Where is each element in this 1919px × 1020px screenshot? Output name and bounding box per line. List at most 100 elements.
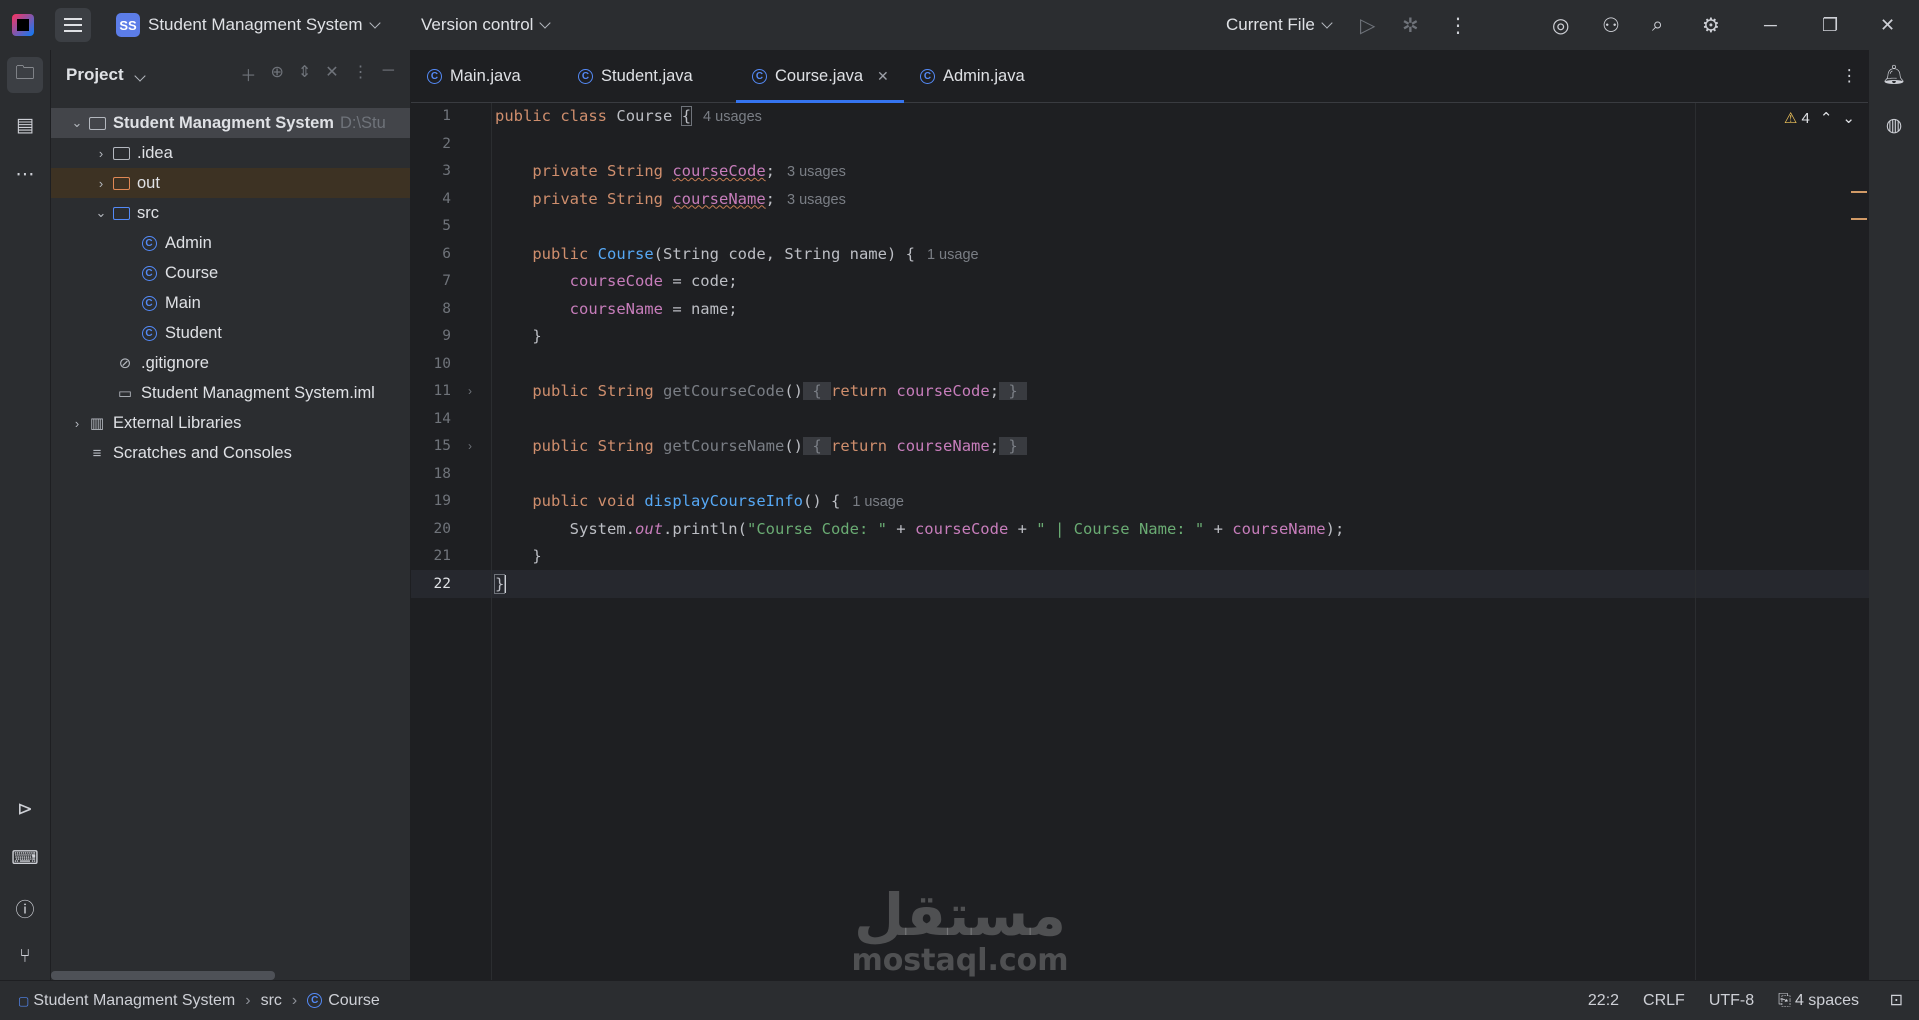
fold-expand-icon[interactable]: › [468,433,472,461]
project-title-label: Project [66,65,124,84]
code-line: System.out.println("Course Code: " + cou… [569,519,1345,538]
line-number: 5 [442,218,451,234]
locate-target-icon[interactable]: ⊕ [270,62,283,86]
more-horizontal-icon[interactable]: ⋯ [7,156,43,192]
line-number: 1 [442,108,451,124]
add-user-icon[interactable]: ⚇ [1602,0,1620,50]
vcs-menu[interactable]: Version control [421,0,552,50]
class-icon: C [139,325,159,341]
usages-hint[interactable]: 3 usages [787,164,846,180]
tree-item-label: Scratches and Consoles [113,443,292,462]
scratches-icon: ≡ [92,444,102,462]
previous-highlight-icon[interactable]: ⌃ [1820,109,1833,127]
chevron-down-icon[interactable]: ⌄ [91,205,111,221]
run-config-selector[interactable]: Current File [1226,0,1333,50]
breadcrumb-item[interactable]: src [261,992,282,1010]
warning-triangle-icon: ⚠ [1783,110,1798,127]
services-run-icon[interactable]: ⊳ [7,791,43,827]
tab-main-java[interactable]: C Main.java [427,50,521,102]
chevron-down-icon [539,16,552,29]
git-branch-icon[interactable]: ⑂ [7,939,43,975]
tree-item-out[interactable]: › out [51,168,410,198]
line-number: 9 [442,328,451,344]
tree-item-scratches[interactable]: ≡ Scratches and Consoles [51,438,410,468]
tree-item-external-libraries[interactable]: › ▥ External Libraries [51,408,410,438]
error-stripe-mark[interactable] [1851,191,1867,193]
tree-item-idea[interactable]: › .idea [51,138,410,168]
breadcrumb-item[interactable]: Course [328,992,380,1010]
code-line: } [493,573,507,594]
tree-item-course[interactable]: C Course [51,258,410,288]
tab-label: Main.java [450,66,521,85]
tree-item-iml[interactable]: ▭ Student Managment System.iml [51,378,410,408]
options-icon[interactable]: ⋮ [353,62,369,86]
ai-chat-icon[interactable]: ◍ [1876,107,1912,143]
indent-widget[interactable]: ⎘ 4 spaces [1778,992,1859,1010]
debug-icon[interactable]: ✲ [1402,0,1419,50]
usages-hint[interactable]: 3 usages [787,192,846,208]
close-window-icon[interactable]: ✕ [1880,0,1895,50]
chevron-right-icon[interactable]: › [91,176,111,191]
more-vertical-icon[interactable]: ⋮ [1448,0,1468,50]
chevron-right-icon[interactable]: › [67,416,87,431]
add-icon[interactable]: ＋ [240,62,256,86]
run-icon[interactable]: ▷ [1360,0,1375,50]
indent-label: 4 spaces [1794,991,1859,1009]
tree-item-main[interactable]: C Main [51,288,410,318]
terminal-icon[interactable]: ⌨ [7,840,43,876]
main-menu-button[interactable] [55,8,91,42]
expand-all-icon[interactable]: ⇕ [298,62,311,86]
line-separator[interactable]: CRLF [1643,992,1685,1010]
tree-item-src[interactable]: ⌄ src [51,198,410,228]
tab-student-java[interactable]: C Student.java [578,50,693,102]
problems-icon[interactable]: ⓘ [7,890,43,926]
tree-item-student[interactable]: C Student [51,318,410,348]
tabs-more-icon[interactable]: ⋮ [1841,50,1858,102]
collapse-all-icon[interactable]: ✕ [325,62,338,86]
project-panel-toolbar: ＋ ⊕ ⇕ ✕ ⋮ ─ [240,62,394,86]
next-highlight-icon[interactable]: ⌄ [1842,109,1855,127]
code-line: private String courseName; 3 usages [532,189,846,208]
usages-hint[interactable]: 4 usages [703,109,762,125]
notifications-bell-icon[interactable]: 🔔︎ [1876,57,1912,93]
tree-item-gitignore[interactable]: ⊘ .gitignore [51,348,410,378]
line-number: 20 [433,520,451,537]
chevron-down-icon[interactable]: ⌄ [67,115,87,131]
fold-expand-icon[interactable]: › [468,378,472,406]
breadcrumb-item[interactable]: Student Managment System [33,992,235,1010]
tab-course-java[interactable]: C Course.java ✕ [736,50,904,103]
structure-icon[interactable]: ▤ [7,107,43,143]
class-icon: C [752,68,767,84]
inspection-widget[interactable]: ⚠ 4 ⌃ ⌄ [1784,109,1855,127]
class-icon: C [139,265,159,281]
project-tool-folder-icon[interactable]: 🗀 [7,57,43,93]
ai-assistant-icon[interactable]: ◎ [1552,0,1569,50]
search-icon[interactable]: ⌕ [1652,0,1663,50]
lock-icon[interactable]: ⊡ [1890,990,1903,1010]
project-switcher[interactable]: SS Student Managment System [116,0,381,50]
minimize-icon[interactable]: ─ [1764,0,1777,50]
tree-item-admin[interactable]: C Admin [51,228,410,258]
settings-gear-icon[interactable]: ⚙ [1702,0,1720,50]
chevron-right-icon[interactable]: › [91,146,111,161]
tab-admin-java[interactable]: C Admin.java [920,50,1025,102]
project-panel: Project ＋ ⊕ ⇕ ✕ ⋮ ─ ⌄ Student Managment … [51,50,411,980]
main-class-icon: C [139,295,159,311]
hide-panel-icon[interactable]: ─ [383,62,394,86]
run-config-label: Current File [1226,15,1315,34]
usages-hint[interactable]: 1 usage [852,494,904,510]
line-number: 3 [442,163,451,179]
indent-icon: ⎘ [1778,991,1791,1009]
project-panel-title[interactable]: Project [66,65,147,85]
tree-item-label: .idea [137,143,173,162]
code-editor[interactable]: 1 2 3 4 5 6 7 8 9 10 11 14 15 18 19 20 2… [411,103,1869,980]
file-encoding[interactable]: UTF-8 [1709,992,1754,1010]
tree-item-root[interactable]: ⌄ Student Managment System D:\Stu [51,108,410,138]
restore-icon[interactable]: ❐ [1822,0,1838,50]
usages-hint[interactable]: 1 usage [927,247,979,263]
close-tab-icon[interactable]: ✕ [877,68,889,85]
horizontal-scrollbar[interactable] [51,971,275,980]
breadcrumb: ▢ Student Managment System › src › C Cou… [18,992,380,1010]
error-stripe-mark[interactable] [1851,218,1867,220]
caret-position[interactable]: 22:2 [1588,992,1619,1010]
